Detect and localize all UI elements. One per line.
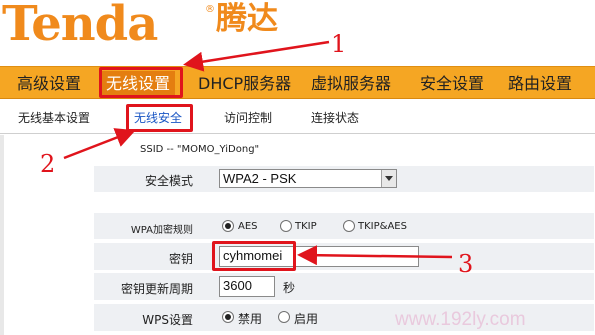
menu-security-settings[interactable]: 安全设置 xyxy=(420,71,484,97)
radio-tkip-label: TKIP xyxy=(295,221,317,232)
tenda-logo-chinese: 腾达 xyxy=(216,1,278,37)
sub-menu: 无线基本设置 无线安全 访问控制 连接状态 xyxy=(0,100,595,134)
radio-aes-label: AES xyxy=(238,221,258,232)
radio-wps-enable[interactable] xyxy=(278,311,290,323)
key-label: 密钥 xyxy=(168,252,193,266)
radio-tkip-aes[interactable] xyxy=(343,220,355,232)
radio-wps-disable[interactable] xyxy=(222,311,234,323)
key-renewal-row: 密钥更新周期 xyxy=(94,273,594,300)
radio-wps-enable-label: 启用 xyxy=(294,312,319,326)
watermark: www.192ly.com xyxy=(395,309,526,330)
security-mode-select[interactable]: WPA2 - PSK xyxy=(219,169,397,188)
radio-tkip-aes-label: TKIP&AES xyxy=(358,221,407,232)
annotation-number-2: 2 xyxy=(40,150,56,178)
tenda-logo: Tenda xyxy=(2,0,158,52)
wps-label: WPS设置 xyxy=(142,313,193,327)
main-menu: 高级设置 无线设置 DHCP服务器 虚拟服务器 安全设置 路由设置 xyxy=(0,66,595,99)
menu-routing-settings[interactable]: 路由设置 xyxy=(508,71,572,97)
menu-dhcp-server[interactable]: DHCP服务器 xyxy=(198,71,291,97)
chevron-down-icon[interactable] xyxy=(381,170,396,187)
left-border xyxy=(0,135,4,335)
radio-tkip[interactable] xyxy=(280,220,292,232)
registered-mark: ® xyxy=(205,4,215,15)
highlight-box-wireless-security xyxy=(126,104,193,132)
annotation-number-1: 1 xyxy=(331,30,347,58)
menu-virtual-server[interactable]: 虚拟服务器 xyxy=(311,71,391,97)
tab-wireless-basic[interactable]: 无线基本设置 xyxy=(18,109,90,126)
tab-access-control[interactable]: 访问控制 xyxy=(224,109,272,126)
key-renewal-input[interactable]: 3600 xyxy=(219,276,275,297)
key-renewal-label: 密钥更新周期 xyxy=(120,282,193,296)
radio-wps-disable-label: 禁用 xyxy=(238,312,263,326)
radio-aes[interactable] xyxy=(222,220,234,232)
highlight-box-key xyxy=(212,241,296,271)
menu-advanced-settings[interactable]: 高级设置 xyxy=(17,71,81,97)
security-mode-value: WPA2 - PSK xyxy=(223,171,297,186)
tab-connection-status[interactable]: 连接状态 xyxy=(311,109,359,126)
wpa-rule-label: WPA加密规则 xyxy=(130,225,193,236)
annotation-number-3: 3 xyxy=(458,250,474,278)
security-mode-label: 安全模式 xyxy=(144,174,193,188)
seconds-unit-label: 秒 xyxy=(283,281,296,295)
ssid-display: SSID -- "MOMO_YiDong" xyxy=(140,144,260,155)
header: Tenda ® 腾达 xyxy=(0,0,595,62)
highlight-box-wireless-settings xyxy=(99,67,183,98)
